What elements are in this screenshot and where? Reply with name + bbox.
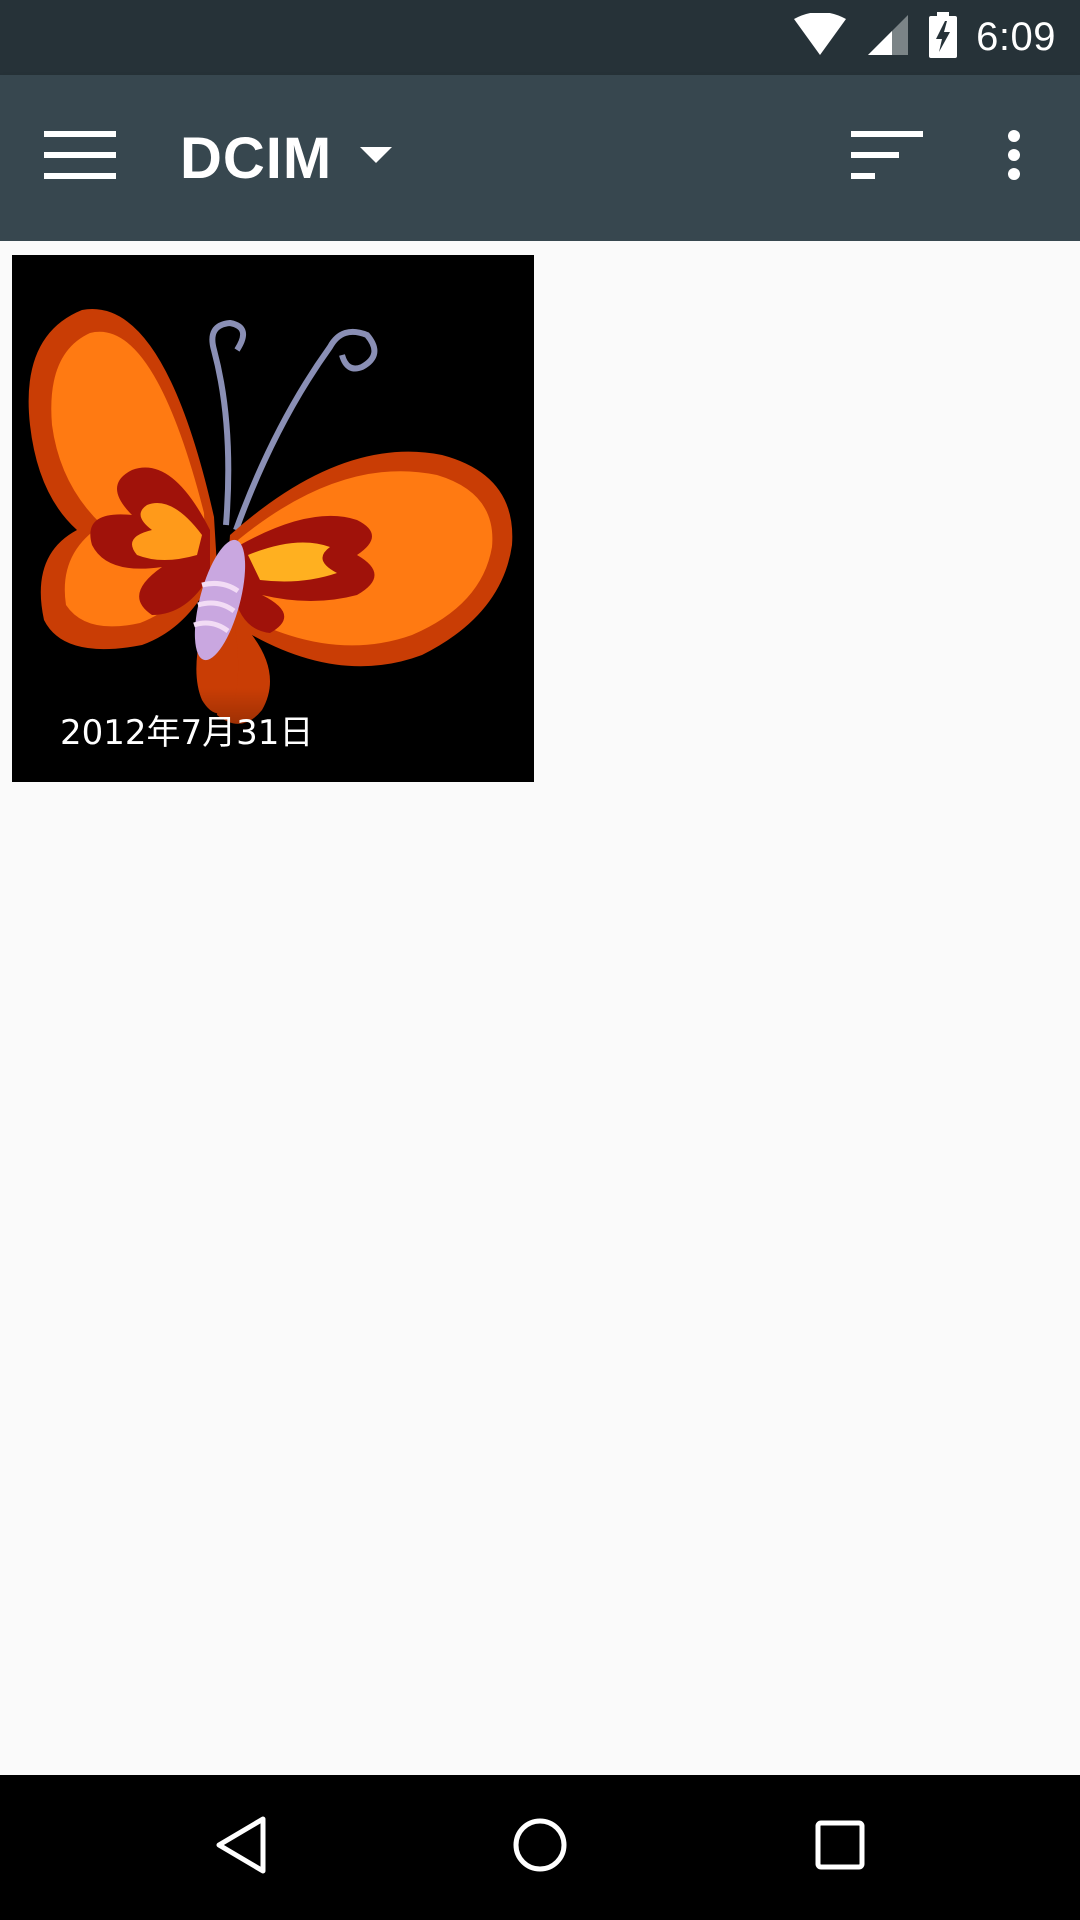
dropdown-arrow-icon	[360, 146, 393, 170]
sort-icon	[851, 130, 923, 184]
wifi-icon	[792, 12, 848, 62]
status-bar: 6:09	[0, 0, 1080, 75]
back-icon	[213, 1815, 269, 1880]
menu-button[interactable]	[38, 119, 122, 195]
page-title: DCIM	[180, 125, 333, 191]
item-date-caption: 2012年7月31日	[60, 713, 314, 753]
back-button[interactable]	[186, 1797, 296, 1897]
more-vert-icon	[1007, 129, 1021, 185]
recents-button[interactable]	[785, 1797, 895, 1897]
cell-signal-icon	[866, 13, 910, 62]
battery-charging-icon	[928, 12, 958, 63]
menu-icon	[44, 129, 116, 186]
app-bar: DCIM	[0, 75, 1080, 241]
status-icons: 6:09	[792, 0, 1056, 75]
home-icon	[510, 1815, 570, 1880]
media-grid: 2012年7月31日	[0, 241, 1080, 1775]
more-options-button[interactable]	[984, 119, 1044, 195]
folder-spinner[interactable]: DCIM	[180, 113, 393, 203]
sort-button[interactable]	[842, 119, 932, 195]
navigation-bar	[0, 1775, 1080, 1920]
status-time: 6:09	[976, 15, 1056, 59]
recents-icon	[812, 1817, 868, 1878]
grid-item[interactable]: 2012年7月31日	[12, 255, 534, 782]
home-button[interactable]	[485, 1797, 595, 1897]
